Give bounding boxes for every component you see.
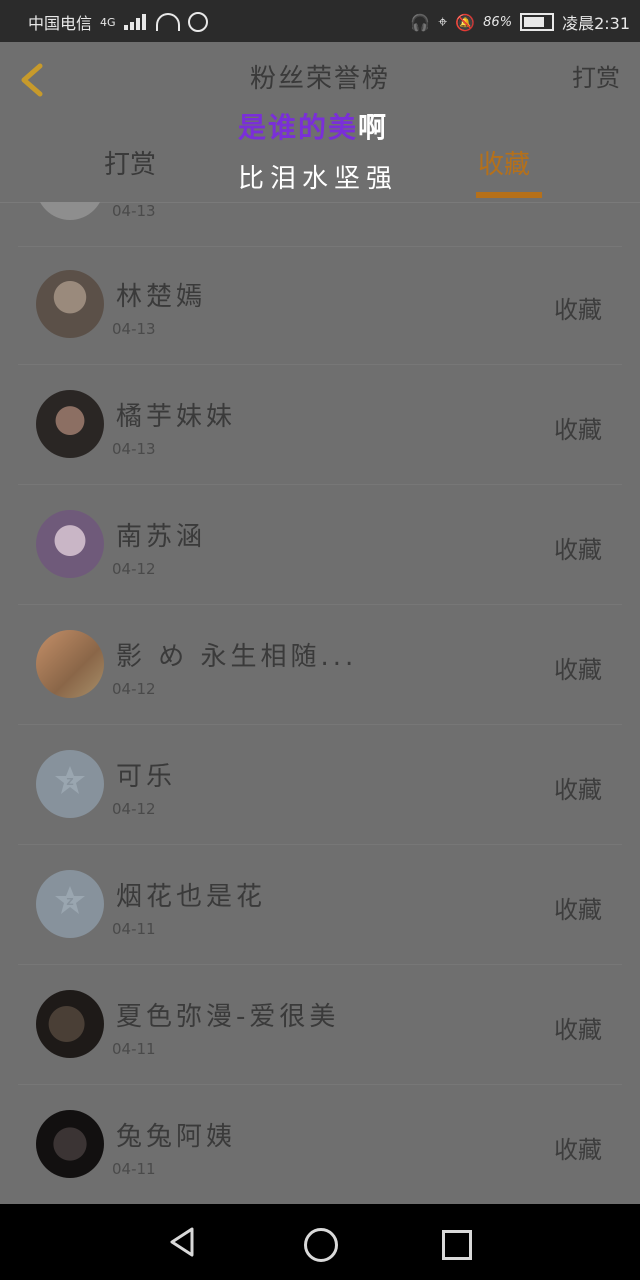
signal-icon xyxy=(123,14,148,30)
collect-button[interactable]: 收藏 xyxy=(554,770,602,805)
item-name: 南苏涵 xyxy=(116,522,207,552)
svg-text:Z: Z xyxy=(66,777,73,788)
list-item[interactable]: 林楚嫣 04-13 收藏 xyxy=(18,246,622,365)
reward-button[interactable]: 打赏 xyxy=(572,58,620,93)
nav-home-icon[interactable] xyxy=(304,1228,338,1262)
fan-list[interactable]: 04-13 林楚嫣 04-13 收藏 橘芋妹妹 04-13 收藏 南苏涵 04-… xyxy=(0,202,640,1204)
location-icon: ⌖ xyxy=(438,12,448,31)
avatar[interactable] xyxy=(36,270,104,338)
item-date: 04-13 xyxy=(112,202,156,220)
nav-recent-apps-icon[interactable] xyxy=(442,1230,472,1260)
default-avatar-star-icon: Z xyxy=(55,766,85,794)
item-date: 04-12 xyxy=(112,680,156,698)
tab-collect[interactable]: 收藏 xyxy=(478,144,530,181)
overlay-slogan-white: 啊 xyxy=(358,111,389,144)
list-item[interactable]: Z 可乐 04-12 收藏 xyxy=(18,726,622,845)
back-arrow-icon[interactable] xyxy=(16,62,52,98)
network-label: 4G xyxy=(100,15,116,29)
collect-button[interactable]: 收藏 xyxy=(554,1010,602,1045)
overlay-slogan-line2: 比泪水坚强 xyxy=(238,164,399,194)
default-avatar-star-icon: Z xyxy=(55,886,85,914)
clock: 凌晨2:31 xyxy=(562,14,630,33)
list-item[interactable]: Z 烟花也是花 04-11 收藏 xyxy=(18,846,622,965)
system-nav-bar xyxy=(0,1204,640,1280)
collect-button[interactable]: 收藏 xyxy=(554,410,602,445)
overlay-slogan-line1: 是谁的美啊 xyxy=(238,106,388,146)
list-item[interactable]: 橘芋妹妹 04-13 收藏 xyxy=(18,366,622,485)
item-date: 04-12 xyxy=(112,560,156,578)
overlay-slogan-colored: 是谁的美 xyxy=(238,111,359,144)
avatar[interactable] xyxy=(36,990,104,1058)
item-name: 影 め 永生相随... xyxy=(116,642,358,672)
item-date: 04-13 xyxy=(112,320,156,338)
list-item[interactable]: 南苏涵 04-12 收藏 xyxy=(18,486,622,605)
battery-percent: 86% xyxy=(483,14,513,30)
item-name: 林楚嫣 xyxy=(116,282,207,312)
avatar[interactable]: Z xyxy=(36,870,104,938)
page-title: 粉丝荣誉榜 xyxy=(249,64,390,94)
item-date: 04-12 xyxy=(112,800,156,818)
wifi-icon xyxy=(155,13,180,31)
avatar xyxy=(36,202,104,220)
collect-button[interactable]: 收藏 xyxy=(554,290,602,325)
battery-icon xyxy=(520,13,555,31)
avatar[interactable] xyxy=(36,1110,104,1178)
list-item[interactable]: 夏色弥漫-爱很美 04-11 收藏 xyxy=(18,966,622,1085)
globe-icon xyxy=(187,12,208,32)
item-date: 04-11 xyxy=(112,920,156,938)
nav-back-icon[interactable] xyxy=(168,1226,196,1258)
headphone-icon: 🎧 xyxy=(410,12,431,32)
list-item[interactable]: 兔兔阿姨 04-11 收藏 xyxy=(18,1086,622,1204)
item-name: 烟花也是花 xyxy=(116,882,267,912)
item-date: 04-11 xyxy=(112,1040,156,1058)
list-item[interactable]: 影 め 永生相随... 04-12 收藏 xyxy=(18,606,622,725)
item-date: 04-11 xyxy=(112,1160,156,1178)
svg-text:Z: Z xyxy=(66,897,73,908)
tab-reward[interactable]: 打赏 xyxy=(104,144,156,181)
active-tab-indicator xyxy=(476,192,542,198)
item-name: 兔兔阿姨 xyxy=(116,1122,237,1152)
status-right: 🎧 ⌖ 🔕 86% 凌晨2:31 xyxy=(410,10,630,34)
mute-bell-icon: 🔕 xyxy=(455,12,476,32)
avatar[interactable]: Z xyxy=(36,750,104,818)
list-item-partial: 04-13 xyxy=(18,202,622,247)
status-left: 中国电信 4G xyxy=(28,10,208,34)
avatar[interactable] xyxy=(36,390,104,458)
collect-button[interactable]: 收藏 xyxy=(554,650,602,685)
collect-button[interactable]: 收藏 xyxy=(554,530,602,565)
collect-button[interactable]: 收藏 xyxy=(554,890,602,925)
item-name: 可乐 xyxy=(116,762,177,792)
item-name: 橘芋妹妹 xyxy=(116,402,237,432)
avatar[interactable] xyxy=(36,510,104,578)
avatar[interactable] xyxy=(36,630,104,698)
status-bar: 中国电信 4G 🎧 ⌖ 🔕 86% 凌晨2:31 xyxy=(0,0,640,42)
collect-button[interactable]: 收藏 xyxy=(554,1130,602,1165)
carrier-label: 中国电信 xyxy=(28,14,93,33)
item-name: 夏色弥漫-爱很美 xyxy=(116,1002,340,1032)
item-date: 04-13 xyxy=(112,440,156,458)
